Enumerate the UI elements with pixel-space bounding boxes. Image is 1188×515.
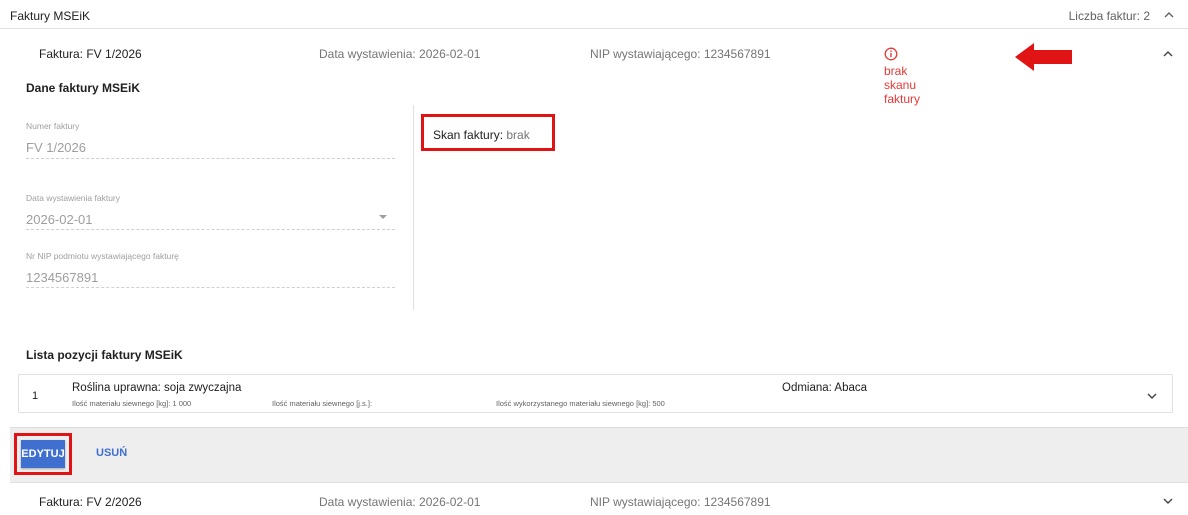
position-crop: Roślina uprawna: soja zwyczajna (72, 382, 242, 394)
chevron-down-icon[interactable] (1162, 495, 1174, 507)
chevron-up-icon[interactable] (1162, 8, 1176, 22)
invoice-number-field[interactable]: Numer faktury FV 1/2026 (26, 121, 395, 159)
chevron-up-icon[interactable] (1162, 48, 1174, 60)
invoice-2-nip-label: NIP wystawiającego: 1234567891 (590, 495, 771, 509)
issuer-nip-field-label: Nr NIP podmiotu wystawiającego fakturę (26, 251, 179, 261)
position-seed-kg: Ilość materiału siewnego [kg]: 1 000 (72, 399, 192, 408)
invoice-number-label: Faktura: FV 1/2026 (39, 47, 142, 61)
invoices-section-header: Faktury MSEiK Liczba faktur: 2 (0, 0, 1188, 29)
details-divider (413, 105, 414, 310)
edit-button[interactable]: EDYTUJ (21, 440, 65, 468)
info-circle-icon (884, 47, 898, 61)
invoice-1-header[interactable]: Faktura: FV 1/2026 Data wystawienia: 202… (10, 30, 1188, 106)
invoice-date-field-value: 2026-02-01 (26, 212, 93, 227)
invoice-2-date-label: Data wystawienia: 2026-02-01 (319, 495, 481, 509)
invoice-2-header[interactable]: Faktura: FV 2/2026 Data wystawienia: 202… (10, 482, 1188, 515)
delete-button[interactable]: USUŃ (96, 447, 127, 459)
scan-label: Skan faktury: (433, 128, 504, 142)
issuer-nip-field-value: 1234567891 (26, 270, 99, 285)
invoice-2-number-label: Faktura: FV 2/2026 (39, 495, 142, 509)
section-title: Faktury MSEiK (10, 9, 91, 23)
invoice-count: Liczba faktur: 2 (1068, 9, 1150, 23)
invoice-number-field-value: FV 1/2026 (26, 140, 86, 155)
position-seed-units: Ilość materiału siewnego [j.s.]: (272, 399, 373, 408)
missing-scan-warning: brak skanu faktury (884, 47, 920, 106)
invoice-date-label: Data wystawienia: 2026-02-01 (319, 47, 481, 61)
invoice-date-field-label: Data wystawienia faktury (26, 193, 121, 203)
missing-scan-text: brak skanu faktury (884, 64, 921, 106)
position-variety: Odmiana: Abaca (782, 382, 868, 394)
invoice-number-field-label: Numer faktury (26, 121, 80, 131)
issuer-nip-field[interactable]: Nr NIP podmiotu wystawiającego fakturę 1… (26, 251, 395, 288)
position-used-kg: Ilość wykorzystanego materiału siewnego … (496, 399, 665, 408)
scan-value: brak (506, 128, 530, 142)
red-arrow-annotation (1015, 43, 1072, 71)
invoice-actions-bar: EDYTUJ USUŃ (10, 427, 1188, 482)
position-item[interactable]: 1 Roślina uprawna: soja zwyczajna Odmian… (18, 374, 1173, 413)
position-number: 1 (32, 390, 39, 402)
invoice-details-title: Dane faktury MSEiK (26, 81, 141, 95)
positions-list-title: Lista pozycji faktury MSEiK (26, 348, 183, 362)
chevron-down-icon[interactable] (1146, 390, 1158, 402)
invoice-scan-status: Skan faktury: brak (421, 114, 555, 151)
dropdown-arrow-icon[interactable] (379, 215, 387, 219)
edit-button-highlight: EDYTUJ (14, 433, 72, 475)
invoice-date-field[interactable]: Data wystawienia faktury 2026-02-01 (26, 193, 395, 230)
invoice-nip-label: NIP wystawiającego: 1234567891 (590, 47, 771, 61)
